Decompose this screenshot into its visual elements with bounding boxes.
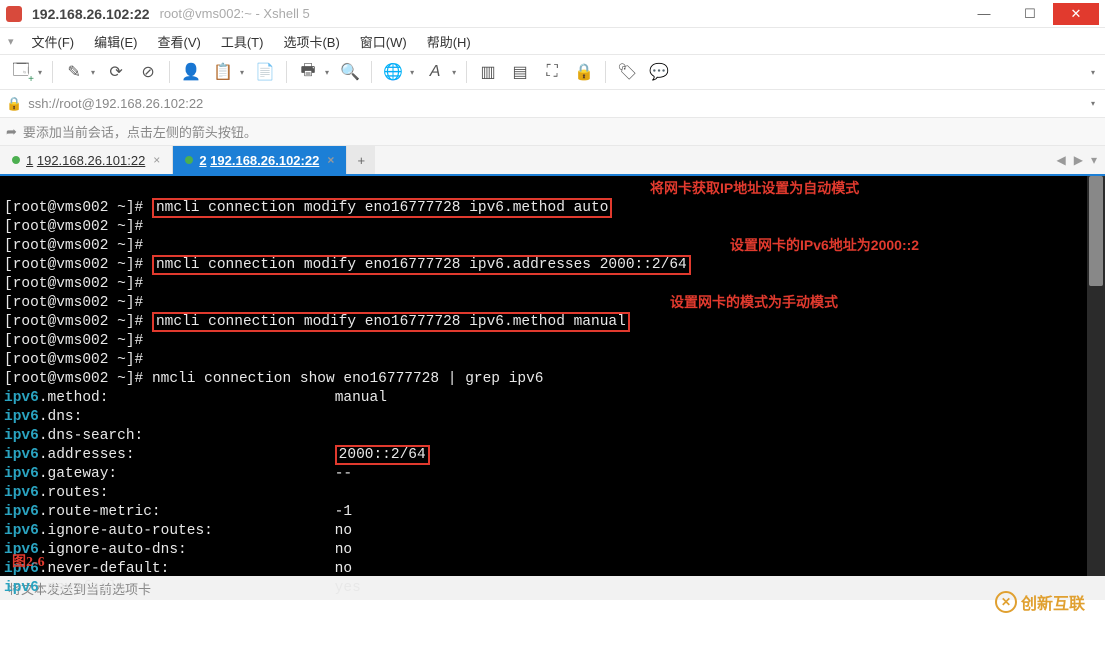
figure-label: 图2-6 [12,553,45,572]
lock-icon: 🔒 [6,96,22,112]
tab-close-icon[interactable]: × [153,153,160,167]
tab-session-2[interactable]: 2 192.168.26.102:22 × [173,146,347,174]
tab-number: 2 [199,153,206,168]
highlight-box: nmcli connection modify eno16777728 ipv6… [152,255,691,275]
menu-tools[interactable]: 工具(T) [211,32,274,51]
tab-label: 192.168.26.101:22 [37,153,145,168]
disconnect-button[interactable]: ⊘ [133,58,163,86]
menu-help[interactable]: 帮助(H) [417,32,481,51]
tab-prev-icon[interactable]: ◀ [1057,153,1066,167]
add-tab-button[interactable]: + [347,146,375,174]
menu-window[interactable]: 窗口(W) [350,32,417,51]
menu-view[interactable]: 查看(V) [147,32,210,51]
hint-bar: ➦ 要添加当前会话，点击左侧的箭头按钮。 [0,118,1105,146]
copy-button[interactable]: 📋 [208,58,238,86]
address-overflow-icon[interactable]: ▾ [1091,99,1095,108]
maximize-button[interactable]: ☐ [1007,3,1053,25]
status-dot-icon [12,156,20,164]
terminal-output[interactable]: [root@vms002 ~]# nmcli connection modify… [0,176,1087,576]
font-button[interactable]: A [420,58,450,86]
tab-list-icon[interactable]: ▾ [1091,153,1097,167]
hint-text: 要添加当前会话，点击左侧的箭头按钮。 [23,122,257,141]
new-session-button[interactable]: 🗔+ [6,58,36,86]
highlight-box: nmcli connection modify eno16777728 ipv6… [152,198,612,218]
menu-file[interactable]: 文件(F) [22,32,85,51]
title-bar: 192.168.26.102:22 root@vms002:~ - Xshell… [0,0,1105,28]
tab-nav: ◀ ▶ ▾ [1049,146,1105,174]
lock-button[interactable]: 🔒 [569,58,599,86]
layout1-button[interactable]: ▥ [473,58,503,86]
annotation: 设置网卡的模式为手动模式 [670,293,838,312]
terminal-pane[interactable]: [root@vms002 ~]# nmcli connection modify… [0,176,1105,576]
status-dot-icon [185,156,193,164]
reconnect-button[interactable]: ⟳ [101,58,131,86]
annotation: 设置网卡的IPv6地址为2000::2 [730,236,919,255]
print-button[interactable]: 🖶 [293,58,323,86]
profile-button[interactable]: 👤 [176,58,206,86]
tab-label: 192.168.26.102:22 [210,153,319,168]
find-button[interactable]: 🔍 [335,58,365,86]
minimize-button[interactable]: — [961,3,1007,25]
connect-button[interactable]: ✎ [59,58,89,86]
watermark: ✕ 创新互联 [995,590,1085,614]
tab-strip: 1 192.168.26.101:22 × 2 192.168.26.102:2… [0,146,1105,176]
menu-tabs[interactable]: 选项卡(B) [273,32,349,51]
window-subtitle: root@vms002:~ - Xshell 5 [160,6,310,21]
address-bar: 🔒 ssh://root@192.168.26.102:22 ▾ [0,90,1105,118]
globe-button[interactable]: 🌐 [378,58,408,86]
watermark-text: 创新互联 [1021,590,1085,614]
tab-number: 1 [26,153,33,168]
layout2-button[interactable]: ▤ [505,58,535,86]
scrollbar-thumb[interactable] [1089,176,1103,286]
fullscreen-button[interactable]: ⛶ [537,58,567,86]
tab-session-1[interactable]: 1 192.168.26.101:22 × [0,146,173,174]
address-url[interactable]: ssh://root@192.168.26.102:22 [28,96,203,111]
menu-bar: ▾ 文件(F) 编辑(E) 查看(V) 工具(T) 选项卡(B) 窗口(W) 帮… [0,28,1105,54]
highlight-box: nmcli connection modify eno16777728 ipv6… [152,312,630,332]
close-button[interactable]: ✕ [1053,3,1099,25]
tab-next-icon[interactable]: ▶ [1074,153,1083,167]
toolbar-overflow-icon[interactable]: ▾ [1091,68,1095,77]
highlight-box: 2000::2/64 [335,445,430,465]
chat-button[interactable]: 💬 [644,58,674,86]
tab-close-icon[interactable]: × [327,153,334,167]
menu-edit[interactable]: 编辑(E) [84,32,147,51]
menu-dropdown-icon[interactable]: ▾ [8,35,14,48]
paste-button[interactable]: 📄 [250,58,280,86]
hint-arrow-icon[interactable]: ➦ [6,124,17,140]
annotation: 将网卡获取IP地址设置为自动模式 [650,179,859,198]
app-icon [6,6,22,22]
toolbar: 🗔+▾ ✎▾ ⟳ ⊘ 👤 📋▾ 📄 🖶▾ 🔍 🌐▾ A▾ ▥ ▤ ⛶ 🔒 🏷 💬… [0,54,1105,90]
watermark-icon: ✕ [995,591,1017,613]
tag-button[interactable]: 🏷 [612,58,642,86]
window-title: 192.168.26.102:22 [32,6,150,22]
scrollbar[interactable] [1087,176,1105,576]
